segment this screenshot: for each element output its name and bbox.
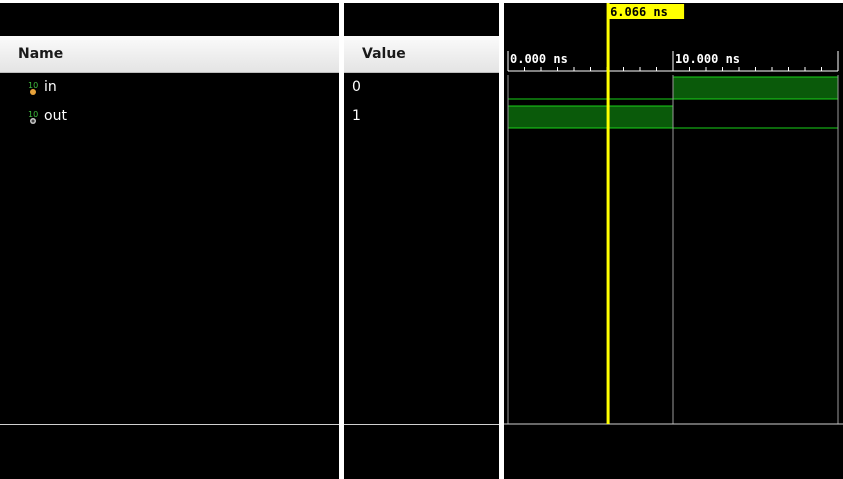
svg-text:10: 10 <box>28 81 38 90</box>
signal-value-in[interactable]: 0 <box>344 77 499 99</box>
wave-high-segment <box>507 105 674 129</box>
signal-value: 0 <box>352 79 361 95</box>
cursor-time-label: 6.066 ns <box>610 5 668 19</box>
value-column-label: Value <box>362 46 406 62</box>
waveform-canvas[interactable]: 0.000 ns 10.000 ns 6.066 ns <box>504 3 843 479</box>
value-pane: Value 0 1 <box>344 3 499 479</box>
name-column-header[interactable]: Name <box>0 36 339 73</box>
signal-name: out <box>44 108 67 124</box>
name-column-label: Name <box>18 46 64 62</box>
divider <box>0 424 339 425</box>
signal-row-out[interactable]: 10 out <box>0 106 339 128</box>
wave-high-segment <box>672 76 839 100</box>
signal-value-out[interactable]: 1 <box>344 106 499 128</box>
time-ruler[interactable]: 0.000 ns 10.000 ns <box>507 51 839 72</box>
svg-text:10: 10 <box>28 110 38 119</box>
output-port-icon: 10 <box>28 110 38 124</box>
signal-value: 1 <box>352 108 361 124</box>
signal-row-in[interactable]: 10 in <box>0 77 339 99</box>
tick-label: 10.000 ns <box>675 52 740 66</box>
name-pane: Name 10 in 10 out <box>0 3 339 479</box>
waveform-pane[interactable]: 0.000 ns 10.000 ns 6.066 ns <box>504 3 843 479</box>
value-column-header[interactable]: Value <box>344 36 499 73</box>
tick-label: 0.000 ns <box>510 52 568 66</box>
signal-name: in <box>44 79 57 95</box>
divider <box>344 424 499 425</box>
input-port-icon: 10 <box>28 81 38 95</box>
waveforms <box>507 75 839 424</box>
